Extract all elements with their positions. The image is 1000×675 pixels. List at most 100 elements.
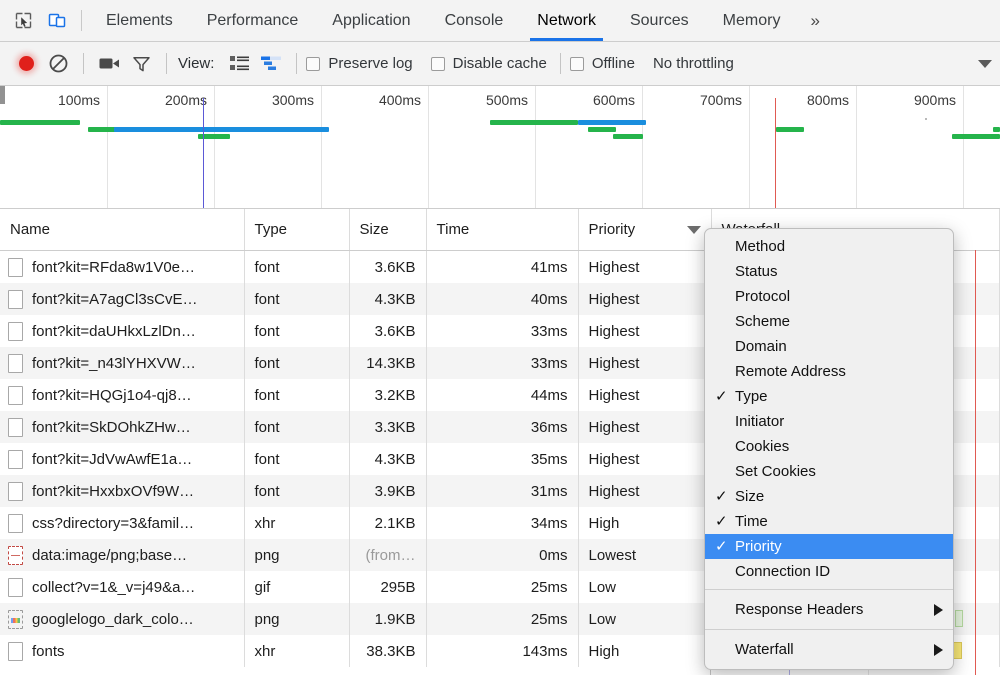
overview-tick-label: 200ms <box>165 92 214 108</box>
tab-console[interactable]: Console <box>428 0 521 41</box>
context-menu-item-initiator[interactable]: Initiator <box>705 409 953 434</box>
cell-size: 295B <box>349 571 426 603</box>
request-name: fonts <box>32 643 65 660</box>
column-header-time[interactable]: Time <box>426 209 578 251</box>
overview-request-bar <box>490 120 578 125</box>
context-menu-item-scheme[interactable]: Scheme <box>705 309 953 334</box>
column-context-menu[interactable]: Method Status Protocol SchemeDomainRemote A… <box>704 228 954 670</box>
toolbar-divider-2 <box>166 53 167 74</box>
checkbox-box <box>570 57 584 71</box>
waterfall-view-button[interactable] <box>255 50 287 78</box>
context-menu-label: Time <box>735 513 943 530</box>
overview-left-handle[interactable] <box>0 86 5 104</box>
file-icon <box>8 482 23 501</box>
cell-type: font <box>244 411 349 443</box>
request-name: font?kit=_n43lYHXVW… <box>32 355 196 372</box>
context-menu-label: Connection ID <box>735 563 943 580</box>
file-icon <box>8 514 23 533</box>
clear-button[interactable] <box>42 50 74 78</box>
checkbox-box <box>431 57 445 71</box>
request-name: font?kit=HxxbxOVf9W… <box>32 483 194 500</box>
tab-network[interactable]: Network <box>520 0 613 41</box>
context-menu-item-set-cookies[interactable]: Set Cookies <box>705 459 953 484</box>
filter-icon <box>133 56 150 72</box>
context-menu-item-size[interactable]: ✓Size <box>705 484 953 509</box>
cell-type: font <box>244 443 349 475</box>
column-header-type[interactable]: Type <box>244 209 349 251</box>
list-view-button[interactable] <box>223 50 255 78</box>
filter-button[interactable] <box>125 50 157 78</box>
record-button[interactable] <box>10 50 42 78</box>
context-menu-item-remote-address[interactable]: Remote Address <box>705 359 953 384</box>
cell-priority: High <box>578 635 711 667</box>
devtools-tabbar: Elements Performance Application Console… <box>0 0 1000 42</box>
throttling-select[interactable]: No throttling <box>653 55 734 72</box>
tab-memory[interactable]: Memory <box>706 0 798 41</box>
context-menu-item-priority[interactable]: ✓Priority <box>705 534 953 559</box>
cell-time: 33ms <box>426 347 578 379</box>
cell-priority: Highest <box>578 443 711 475</box>
context-menu-label: Protocol <box>735 288 943 305</box>
context-menu-item-connection-id[interactable]: Connection ID <box>705 559 953 584</box>
checkmark-icon: ✓ <box>713 389 735 404</box>
cell-priority: High <box>578 507 711 539</box>
cell-type: font <box>244 379 349 411</box>
cell-name: font?kit=HxxbxOVf9W… <box>0 475 244 507</box>
network-toolbar: View: Preserve log <box>0 42 1000 86</box>
column-header-size[interactable]: Size <box>349 209 426 251</box>
checkmark-icon: ✓ <box>713 489 735 504</box>
cell-size: (from… <box>349 539 426 571</box>
overview-request-bar <box>993 127 1000 132</box>
tab-performance[interactable]: Performance <box>190 0 316 41</box>
capture-screenshots-button[interactable] <box>93 50 125 78</box>
cell-size: 3.6KB <box>349 251 426 284</box>
overview-gridline <box>428 86 429 208</box>
cell-name: font?kit=SkDOhkZHw… <box>0 411 244 443</box>
tab-sources[interactable]: Sources <box>613 0 706 41</box>
dom-content-loaded-marker <box>203 98 204 208</box>
cell-priority: Highest <box>578 347 711 379</box>
overview-tick-label: 600ms <box>593 92 642 108</box>
context-menu-item-cookies[interactable]: Cookies <box>705 434 953 459</box>
column-header-priority[interactable]: Priority <box>578 209 711 251</box>
context-menu-separator <box>705 589 953 590</box>
cell-size: 3.3KB <box>349 411 426 443</box>
context-menu-item-method[interactable]: Method <box>705 234 953 259</box>
overview-tick-label: 900ms <box>914 92 963 108</box>
cell-priority: Low <box>578 603 711 635</box>
list-view-icon <box>230 56 249 71</box>
cell-size: 14.3KB <box>349 347 426 379</box>
chevron-down-icon[interactable] <box>978 60 992 68</box>
column-header-name[interactable]: Name <box>0 209 244 251</box>
overview-gridline <box>214 86 215 208</box>
context-menu-label: Status <box>735 263 943 280</box>
cell-priority: Highest <box>578 379 711 411</box>
cell-name: font?kit=daUHkxLzlDn… <box>0 315 244 347</box>
disable-cache-checkbox[interactable]: Disable cache <box>431 55 547 72</box>
context-menu-item-response-headers[interactable]: Response Headers <box>705 595 953 624</box>
context-menu-item-waterfall[interactable]: Waterfall <box>705 635 953 664</box>
context-menu-item-protocol[interactable]: Protocol <box>705 284 953 309</box>
network-overview[interactable]: 100ms200ms300ms400ms500ms600ms700ms800ms… <box>0 86 1000 209</box>
disable-cache-label: Disable cache <box>453 55 547 72</box>
context-menu-item-time[interactable]: ✓Time <box>705 509 953 534</box>
tab-elements[interactable]: Elements <box>89 0 190 41</box>
context-menu-item-type[interactable]: ✓Type <box>705 384 953 409</box>
file-icon <box>8 386 23 405</box>
request-name: collect?v=1&_v=j49&a… <box>32 579 195 596</box>
preserve-log-checkbox[interactable]: Preserve log <box>306 55 412 72</box>
more-tabs-button[interactable]: » <box>797 0 832 41</box>
tabbar-filler <box>833 0 1000 41</box>
cell-priority: Highest <box>578 251 711 284</box>
tabbar-divider <box>81 10 82 31</box>
context-menu-item-status[interactable]: Status <box>705 259 953 284</box>
device-toolbar-icon[interactable] <box>40 0 74 41</box>
cell-size: 3.9KB <box>349 475 426 507</box>
context-menu-item-domain[interactable]: Domain <box>705 334 953 359</box>
tab-application[interactable]: Application <box>315 0 427 41</box>
cell-priority: Lowest <box>578 539 711 571</box>
cursor-inspect-icon[interactable] <box>6 0 40 41</box>
cell-size: 4.3KB <box>349 443 426 475</box>
overview-request-bar <box>88 127 116 132</box>
offline-checkbox[interactable]: Offline <box>570 55 635 72</box>
